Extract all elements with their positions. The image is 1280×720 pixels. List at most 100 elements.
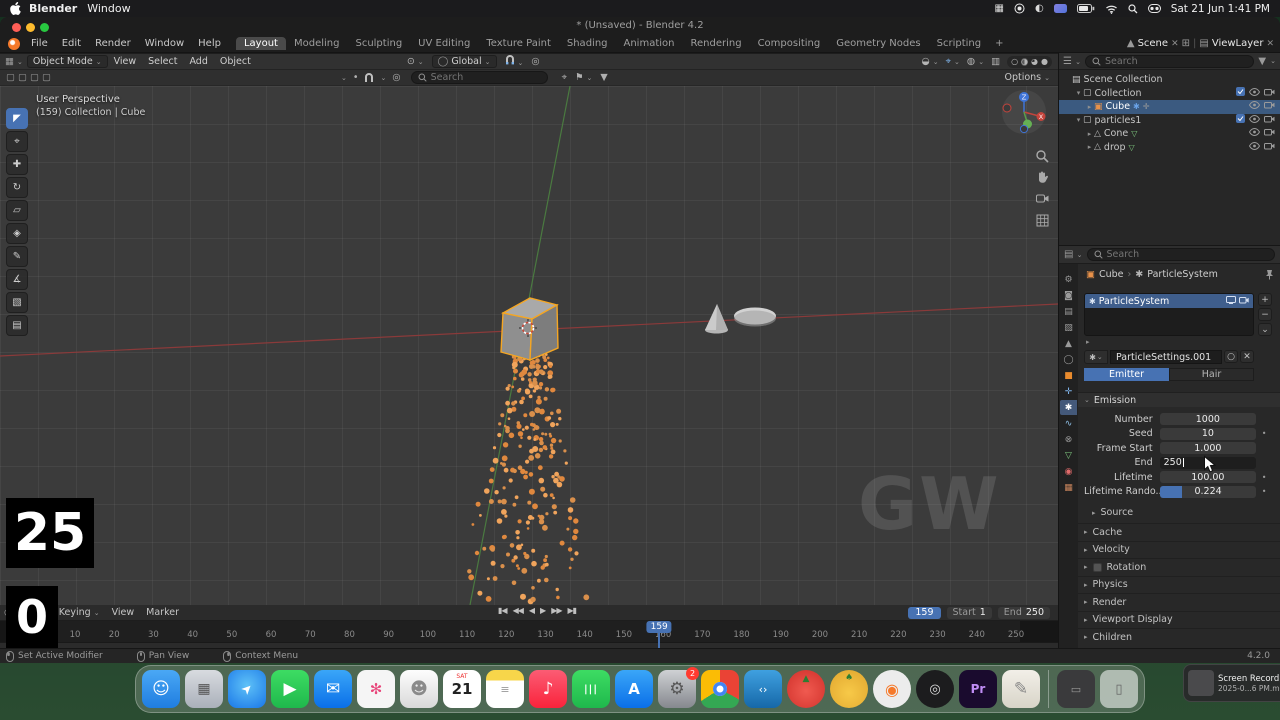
scale-tool[interactable]: ▱ <box>6 200 28 221</box>
shading-material-icon[interactable]: ◕ <box>1031 57 1038 66</box>
dock-blender-icon[interactable]: ◉ <box>873 670 911 708</box>
menubar-app-name[interactable]: Blender <box>29 2 77 15</box>
dock-obs-icon[interactable]: ◎ <box>916 670 954 708</box>
field-frame-start[interactable]: 1.000 <box>1159 442 1257 454</box>
properties-tab-constraints[interactable]: ⊗ <box>1060 432 1077 447</box>
collection-visibility-icons[interactable]: ▢ ▢ ▢ ▢ <box>6 72 51 83</box>
dock-podcasts-icon[interactable]: ||| <box>572 670 610 708</box>
workspace-tab-texture-paint[interactable]: Texture Paint <box>478 37 559 50</box>
workspace-tab-rendering[interactable]: Rendering <box>682 37 749 50</box>
scene-new-icon[interactable]: ⊞ <box>1182 38 1190 49</box>
disable-render-icon[interactable] <box>1264 128 1275 139</box>
hide-eye-icon[interactable] <box>1248 87 1261 99</box>
properties-search-input[interactable] <box>1106 249 1202 260</box>
viewport-menu-view[interactable]: View <box>108 56 143 67</box>
record-icon[interactable] <box>1014 3 1025 14</box>
contrast-icon[interactable]: ◐ <box>1035 3 1044 14</box>
animate-dot-icon[interactable]: • <box>1256 487 1272 496</box>
topbar-menu-window[interactable]: Window <box>138 38 191 49</box>
extrude-tool[interactable]: ▤ <box>6 315 28 336</box>
dock-music-icon[interactable]: ♪ <box>529 670 567 708</box>
jump-to-start-button[interactable]: ▮◀ <box>498 606 508 615</box>
browse-settings-button[interactable]: ✱ ⌄ <box>1084 350 1108 364</box>
panel-children[interactable]: ▸ Children <box>1078 628 1280 646</box>
workspace-tab-scripting[interactable]: Scripting <box>929 37 989 50</box>
field-number[interactable]: 1000 <box>1159 413 1257 425</box>
grid-icon[interactable]: ▦ <box>995 3 1004 14</box>
pivot-icon[interactable]: ⊙ ⌄ <box>407 56 424 67</box>
viewlayer-selector[interactable]: ViewLayer <box>1212 38 1264 49</box>
particle-slot-list[interactable]: ✱ ParticleSystem <box>1084 293 1254 336</box>
exclude-checkbox[interactable] <box>1236 114 1245 126</box>
zoom-icon[interactable] <box>1034 148 1050 164</box>
type-emitter-button[interactable]: Emitter <box>1084 368 1169 381</box>
search-icon[interactable] <box>1128 3 1138 14</box>
outliner-search[interactable] <box>1085 54 1255 68</box>
blender-logo-icon[interactable] <box>8 37 20 50</box>
shading-solid-icon[interactable]: ◑ <box>1021 57 1029 66</box>
menubar-clock[interactable]: Sat 21 Jun 1:41 PM <box>1171 3 1270 15</box>
frame-start-field[interactable]: Start 1 <box>946 606 992 619</box>
properties-tab-output[interactable]: ▤ <box>1060 304 1077 319</box>
jump-to-end-button[interactable]: ▶▮ <box>568 606 578 615</box>
dock-vscode-icon[interactable]: ‹› <box>744 670 782 708</box>
type-hair-button[interactable]: Hair <box>1169 368 1254 381</box>
unlink-settings-button[interactable]: ✕ <box>1240 350 1254 363</box>
move-tool[interactable]: ✚ <box>6 154 28 175</box>
gizmo-toggle-icon[interactable]: ⌖ ⌄ <box>946 56 960 67</box>
viewport-search-input[interactable] <box>430 72 541 83</box>
navigation-gizmo[interactable]: Z X <box>1000 88 1048 136</box>
fake-user-button[interactable]: ○ <box>1224 350 1238 363</box>
visibility-dropdown-icon[interactable]: ◒ ⌄ <box>921 56 938 67</box>
add-workspace-button[interactable]: + <box>989 37 1009 50</box>
rotate-tool[interactable]: ↻ <box>6 177 28 198</box>
cone-object[interactable] <box>705 304 728 334</box>
battery-icon[interactable] <box>1076 4 1095 13</box>
workspace-tab-compositing[interactable]: Compositing <box>750 37 829 50</box>
workspace-tab-uv-editing[interactable]: UV Editing <box>410 37 478 50</box>
select-box-tool[interactable]: ◤ <box>6 108 28 129</box>
workspace-tab-shading[interactable]: Shading <box>559 37 616 50</box>
annotate-tool[interactable]: ✎ <box>6 246 28 267</box>
workspace-tab-animation[interactable]: Animation <box>616 37 683 50</box>
remove-slot-button[interactable]: − <box>1258 308 1272 321</box>
dock-tomato-icon[interactable]: ▲ <box>787 670 825 708</box>
prev-keyframe-button[interactable]: ◀◀ <box>513 606 524 615</box>
topbar-menu-render[interactable]: Render <box>88 38 138 49</box>
shading-rendered-icon[interactable]: ● <box>1041 57 1048 66</box>
proportional-edit-icon[interactable]: ◎ <box>531 56 539 67</box>
dock-mail-icon[interactable]: ✉ <box>314 670 352 708</box>
source-subpanel-header[interactable]: ▸ Source <box>1092 507 1133 518</box>
current-frame-field[interactable]: 159 <box>908 606 941 619</box>
panel-velocity[interactable]: ▸ Velocity <box>1078 540 1280 559</box>
editor-type-icon[interactable]: ▦ ⌄ <box>5 56 23 67</box>
dock-launchpad-icon[interactable]: ▦ <box>185 670 223 708</box>
dock-notes-icon[interactable]: ≡ <box>486 670 524 708</box>
hide-eye-icon[interactable] <box>1248 141 1261 153</box>
screen-recording-notification[interactable]: Screen Recording 2025-0...6 PM.mov <box>1183 664 1280 702</box>
timeline-editor[interactable]: ◷ ⌄ ck ⌄Keying ⌄ViewMarker ▮◀ ◀◀ ◀ ▶ ▶▶ … <box>0 605 1058 648</box>
cube-object[interactable] <box>500 297 559 362</box>
shading-wireframe-icon[interactable]: ○ <box>1011 57 1018 66</box>
viewlayer-unlink-icon[interactable]: ✕ <box>1266 39 1274 49</box>
properties-tab-tool[interactable]: ⚙ <box>1060 272 1077 287</box>
properties-search[interactable] <box>1086 248 1275 261</box>
pin-id-icon[interactable] <box>1265 269 1274 283</box>
hide-eye-icon[interactable] <box>1248 128 1261 139</box>
toggle-grid-icon[interactable] <box>1034 212 1050 228</box>
outliner-row-particles1[interactable]: ▾ ▢ particles1 <box>1059 114 1280 128</box>
field-seed[interactable]: 10 <box>1159 427 1257 440</box>
cursor-tool-icon[interactable]: ⌖ <box>562 72 567 83</box>
settings-name-field[interactable]: ParticleSettings.001 <box>1110 350 1222 364</box>
menubar-menu-window[interactable]: Window <box>87 2 130 15</box>
timeline-menu-keying[interactable]: Keying ⌄ <box>53 607 106 618</box>
transform-tool[interactable]: ◈ <box>6 223 28 244</box>
cursor-tool[interactable]: ⌖ <box>6 131 28 152</box>
panel-checkbox[interactable] <box>1092 562 1102 572</box>
particle-slot-row[interactable]: ✱ ParticleSystem <box>1085 294 1253 308</box>
render-toggle-icon[interactable] <box>1239 296 1249 307</box>
add-slot-button[interactable]: + <box>1258 293 1272 306</box>
properties-editor-type-icon[interactable]: ▤ ⌄ <box>1064 249 1083 260</box>
viewport-menu-object[interactable]: Object <box>214 56 257 67</box>
properties-tab-world[interactable]: ◯ <box>1060 352 1077 367</box>
